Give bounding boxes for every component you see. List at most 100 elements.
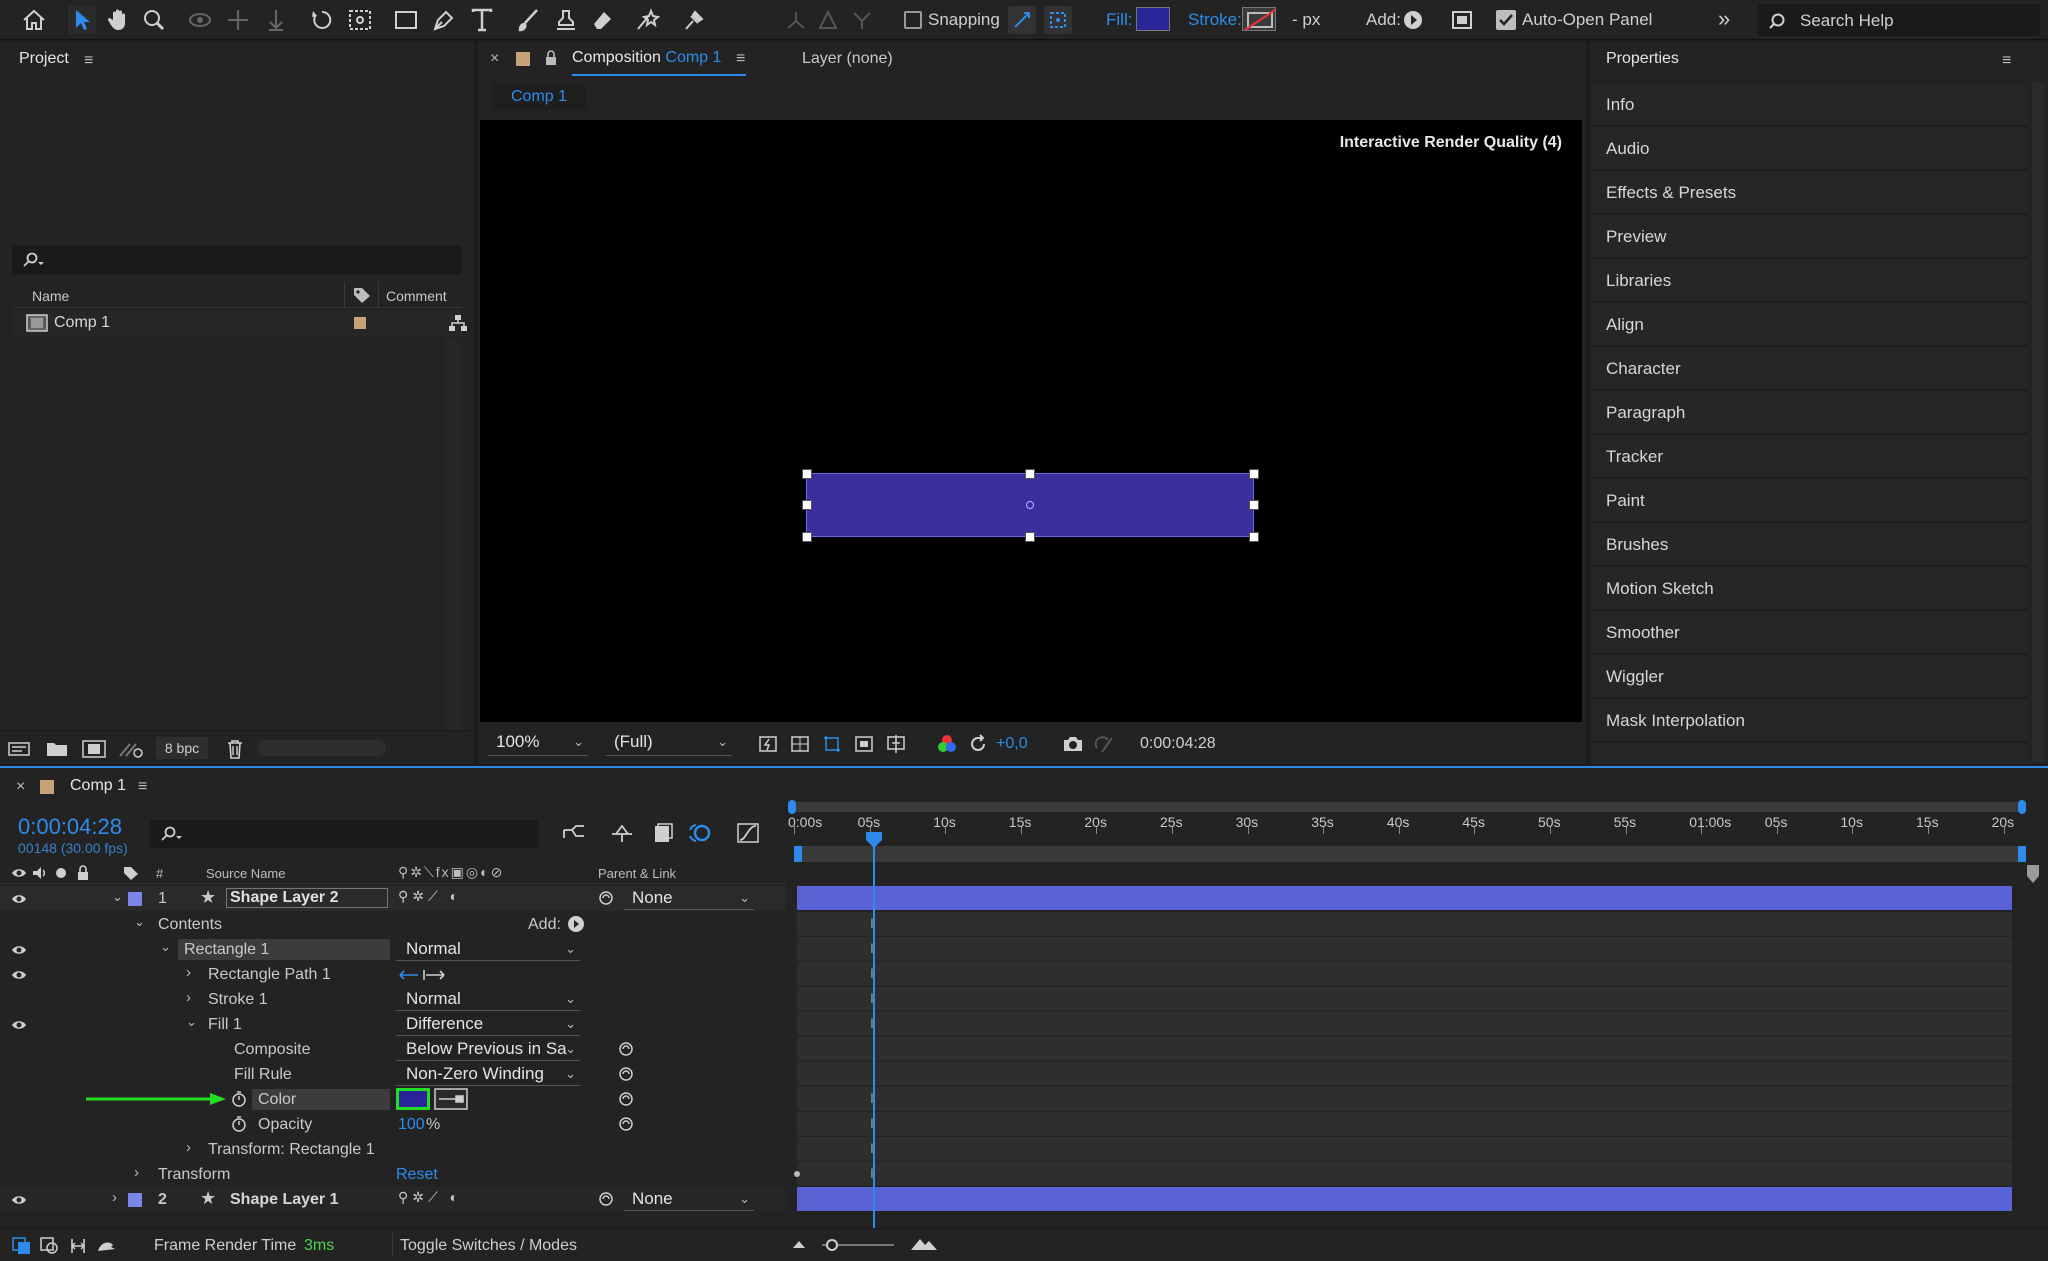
grid-guides-icon[interactable] xyxy=(886,734,906,754)
work-area-navigator[interactable] xyxy=(794,846,2026,862)
selection-tool-icon[interactable] xyxy=(68,6,96,34)
layer-label-color[interactable] xyxy=(128,1193,142,1207)
timeline-zoom-thumb[interactable] xyxy=(826,1239,838,1251)
pick-whip-icon[interactable] xyxy=(618,1041,634,1057)
transform-handle[interactable] xyxy=(1249,469,1259,479)
name-column-header[interactable]: Name xyxy=(32,288,69,304)
snapshot-camera-icon[interactable] xyxy=(1062,734,1084,754)
label-color-swatch[interactable] xyxy=(354,317,366,329)
parent-dropdown[interactable]: None ⌄ xyxy=(624,888,754,910)
parent-link-header[interactable]: Parent & Link xyxy=(598,866,676,881)
fill-blend-dropdown[interactable]: Difference ⌄ xyxy=(396,1014,580,1036)
hide-shy-layers-icon[interactable] xyxy=(652,822,674,844)
source-name-header[interactable]: Source Name xyxy=(206,866,285,881)
fill-color-swatch[interactable] xyxy=(1136,7,1170,31)
navigator-start-handle[interactable] xyxy=(794,846,802,862)
resolution-dropdown[interactable]: (Full) ⌄ xyxy=(606,732,732,756)
layer-bar-shape-layer-2[interactable] xyxy=(797,886,2012,910)
properties-item-motion-sketch[interactable]: Motion Sketch xyxy=(1592,568,2028,610)
properties-item-brushes[interactable]: Brushes xyxy=(1592,524,2028,566)
fast-previews-icon[interactable] xyxy=(758,734,778,754)
properties-item-smoother[interactable]: Smoother xyxy=(1592,612,2028,654)
eraser-tool-icon[interactable] xyxy=(588,6,616,34)
anchor-point-tool-icon[interactable] xyxy=(346,6,374,34)
snap-feature-icon[interactable] xyxy=(1044,6,1072,34)
axis-view-icon[interactable] xyxy=(848,6,876,34)
channels-icon[interactable] xyxy=(936,734,958,754)
solo-dot-icon[interactable] xyxy=(56,868,66,878)
timeline-search-input[interactable] xyxy=(150,820,538,848)
layer-row-shape-layer-1[interactable]: › 2 ★ Shape Layer 1 ⚲✲⟋ ◐ None ⌄ xyxy=(0,1187,786,1212)
visibility-eye-icon[interactable] xyxy=(11,893,27,905)
keyframe-dot[interactable] xyxy=(794,1171,800,1177)
show-snapshot-icon[interactable] xyxy=(1094,734,1116,754)
timeline-tab[interactable]: Comp 1 xyxy=(70,777,126,795)
overflow-chevron-icon[interactable]: » xyxy=(1718,6,1730,32)
exposure-value[interactable]: +0,0 xyxy=(996,735,1028,753)
in-out-duration-pane-icon[interactable] xyxy=(68,1237,88,1255)
axis-local-icon[interactable] xyxy=(782,6,810,34)
transform-handle[interactable] xyxy=(1249,532,1259,542)
home-icon[interactable] xyxy=(20,6,48,34)
orbit-camera-icon[interactable] xyxy=(186,6,214,34)
puppet-pin-tool-icon[interactable] xyxy=(680,6,708,34)
clone-stamp-tool-icon[interactable] xyxy=(552,6,580,34)
anchor-point-icon[interactable] xyxy=(1026,501,1034,509)
trash-icon[interactable] xyxy=(226,739,244,759)
transform-handle[interactable] xyxy=(1025,532,1035,542)
new-folder-icon[interactable] xyxy=(46,740,68,758)
properties-item-tracker[interactable]: Tracker xyxy=(1592,436,2028,478)
visibility-eye-icon[interactable] xyxy=(11,944,27,956)
chevron-right-icon[interactable]: › xyxy=(186,1139,191,1156)
properties-item-audio[interactable]: Audio xyxy=(1592,128,2028,170)
lock-icon[interactable] xyxy=(544,50,558,66)
layer-name-field[interactable]: Shape Layer 2 xyxy=(226,888,388,908)
properties-item-character[interactable]: Character xyxy=(1592,348,2028,390)
pick-whip-icon[interactable] xyxy=(618,1116,634,1132)
axis-world-icon[interactable] xyxy=(814,6,842,34)
properties-title[interactable]: Properties xyxy=(1606,50,1679,68)
reset-link[interactable]: Reset xyxy=(396,1166,438,1184)
type-tool-icon[interactable] xyxy=(468,6,496,34)
zoom-in-mountain-icon[interactable] xyxy=(910,1235,938,1251)
pan-camera-icon[interactable] xyxy=(224,6,252,34)
comment-column-header[interactable]: Comment xyxy=(386,288,447,304)
fill-rule-dropdown[interactable]: Non-Zero Winding ⌄ xyxy=(396,1064,580,1086)
project-item-comp1[interactable]: Comp 1 xyxy=(12,310,467,336)
close-tab-icon[interactable]: × xyxy=(16,778,25,796)
color-swatch[interactable] xyxy=(396,1088,430,1110)
path-direction-icon[interactable] xyxy=(398,968,446,982)
rotation-tool-icon[interactable] xyxy=(308,6,336,34)
contents-row[interactable]: ⌄ Contents Add: xyxy=(0,912,786,937)
magnification-dropdown[interactable]: 100% ⌄ xyxy=(488,732,588,756)
label-tag-icon[interactable] xyxy=(122,865,140,881)
properties-scrollbar[interactable] xyxy=(2032,82,2044,762)
properties-item-mask-interpolation[interactable]: Mask Interpolation xyxy=(1592,700,2028,742)
layer-switches[interactable]: ⚲✲⟋ ◐ xyxy=(398,888,462,905)
lock-icon[interactable] xyxy=(76,865,90,881)
chevron-down-icon[interactable]: ⌄ xyxy=(134,914,145,930)
rectangle-path-1-row[interactable]: › Rectangle Path 1 xyxy=(0,962,786,987)
layer-bar-shape-layer-1[interactable] xyxy=(797,1187,2012,1211)
video-eye-icon[interactable] xyxy=(11,867,27,879)
rectangle-tool-icon[interactable] xyxy=(392,6,420,34)
transparency-grid-icon[interactable] xyxy=(790,734,810,754)
properties-item-libraries[interactable]: Libraries xyxy=(1592,260,2028,302)
chevron-right-icon[interactable]: › xyxy=(112,1189,117,1206)
pick-whip-icon[interactable] xyxy=(598,890,614,906)
stopwatch-icon[interactable] xyxy=(230,1090,248,1108)
visibility-eye-icon[interactable] xyxy=(11,969,27,981)
transfer-controls-pane-icon[interactable] xyxy=(40,1237,60,1255)
transform-handle[interactable] xyxy=(802,469,812,479)
layer-row-shape-layer-2[interactable]: ⌄ 1 ★ Shape Layer 2 ⚲✲⟋ ◐ None ⌄ xyxy=(0,886,786,911)
roto-brush-tool-icon[interactable] xyxy=(634,6,662,34)
mask-visibility-icon[interactable] xyxy=(822,734,842,754)
zoom-tool-icon[interactable] xyxy=(140,6,168,34)
viewer-timecode[interactable]: 0:00:04:28 xyxy=(1140,735,1216,753)
auto-open-checkbox[interactable] xyxy=(1496,10,1516,30)
blend-mode-dropdown[interactable]: Normal ⌄ xyxy=(396,939,580,961)
playhead-handle[interactable] xyxy=(864,830,884,850)
transform-rectangle-row[interactable]: › Transform: Rectangle 1 xyxy=(0,1137,786,1162)
visibility-eye-icon[interactable] xyxy=(11,1194,27,1206)
composition-viewer[interactable]: Interactive Render Quality (4) xyxy=(480,120,1582,722)
